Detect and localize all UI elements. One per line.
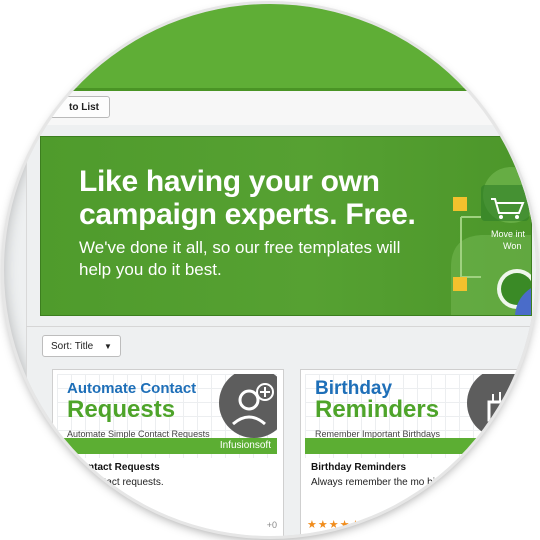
template-title[interactable]: te Contact Requests	[63, 462, 160, 473]
contact-add-icon	[219, 374, 277, 438]
template-description: Always remember the mo birthdays.	[311, 477, 471, 488]
sort-bar: Sort: Title ▼	[26, 326, 536, 363]
template-description: mple contact requests.	[63, 477, 164, 488]
magnified-view: M to List Campaig Like having your own c…	[4, 4, 536, 536]
hero-title: Like having your own campaign experts. F…	[79, 165, 416, 231]
template-title[interactable]: Birthday Reminders	[311, 462, 406, 473]
nav-menu-item[interactable]: M	[524, 64, 534, 78]
top-navigation-bar: M	[4, 4, 536, 91]
template-card[interactable]: Birthday Reminders Remember Important Bi…	[300, 369, 532, 536]
graphic-label-move: Move int	[491, 229, 526, 239]
sort-dropdown[interactable]: Sort: Title ▼	[42, 335, 121, 357]
campaign-marketplace-page: M to List Campaig Like having your own c…	[4, 4, 536, 536]
rating-stars: ★★★★★	[307, 519, 362, 531]
birthday-cake-icon	[467, 374, 525, 438]
caret-down-icon: ▼	[104, 342, 112, 351]
campaign-flow-illustration: Move int Won	[451, 167, 531, 315]
template-card[interactable]: Automate Contact Requests Automate Simpl…	[52, 369, 284, 536]
template-count: +0	[266, 520, 277, 530]
add-to-list-button[interactable]: to List	[44, 96, 110, 118]
thumb-title-line2: Requests	[67, 396, 176, 423]
thumb-title-line1: Automate Contact	[67, 380, 197, 397]
sort-label: Sort: Title	[51, 341, 94, 352]
hero-banner: Like having your own campaign experts. F…	[40, 136, 532, 316]
infusionsoft-logo: Infusionsoft	[219, 440, 271, 451]
thumb-title-line2: Reminders	[315, 396, 440, 423]
graphic-label-won: Won	[503, 241, 521, 251]
brand-band: Infusionsoft	[57, 438, 277, 454]
toolbar: to List Campaig	[4, 91, 536, 126]
hero-subtitle: We've done it all, so our free templates…	[79, 238, 401, 279]
breadcrumb[interactable]: Campaig	[482, 102, 524, 113]
brand-band	[305, 438, 525, 454]
